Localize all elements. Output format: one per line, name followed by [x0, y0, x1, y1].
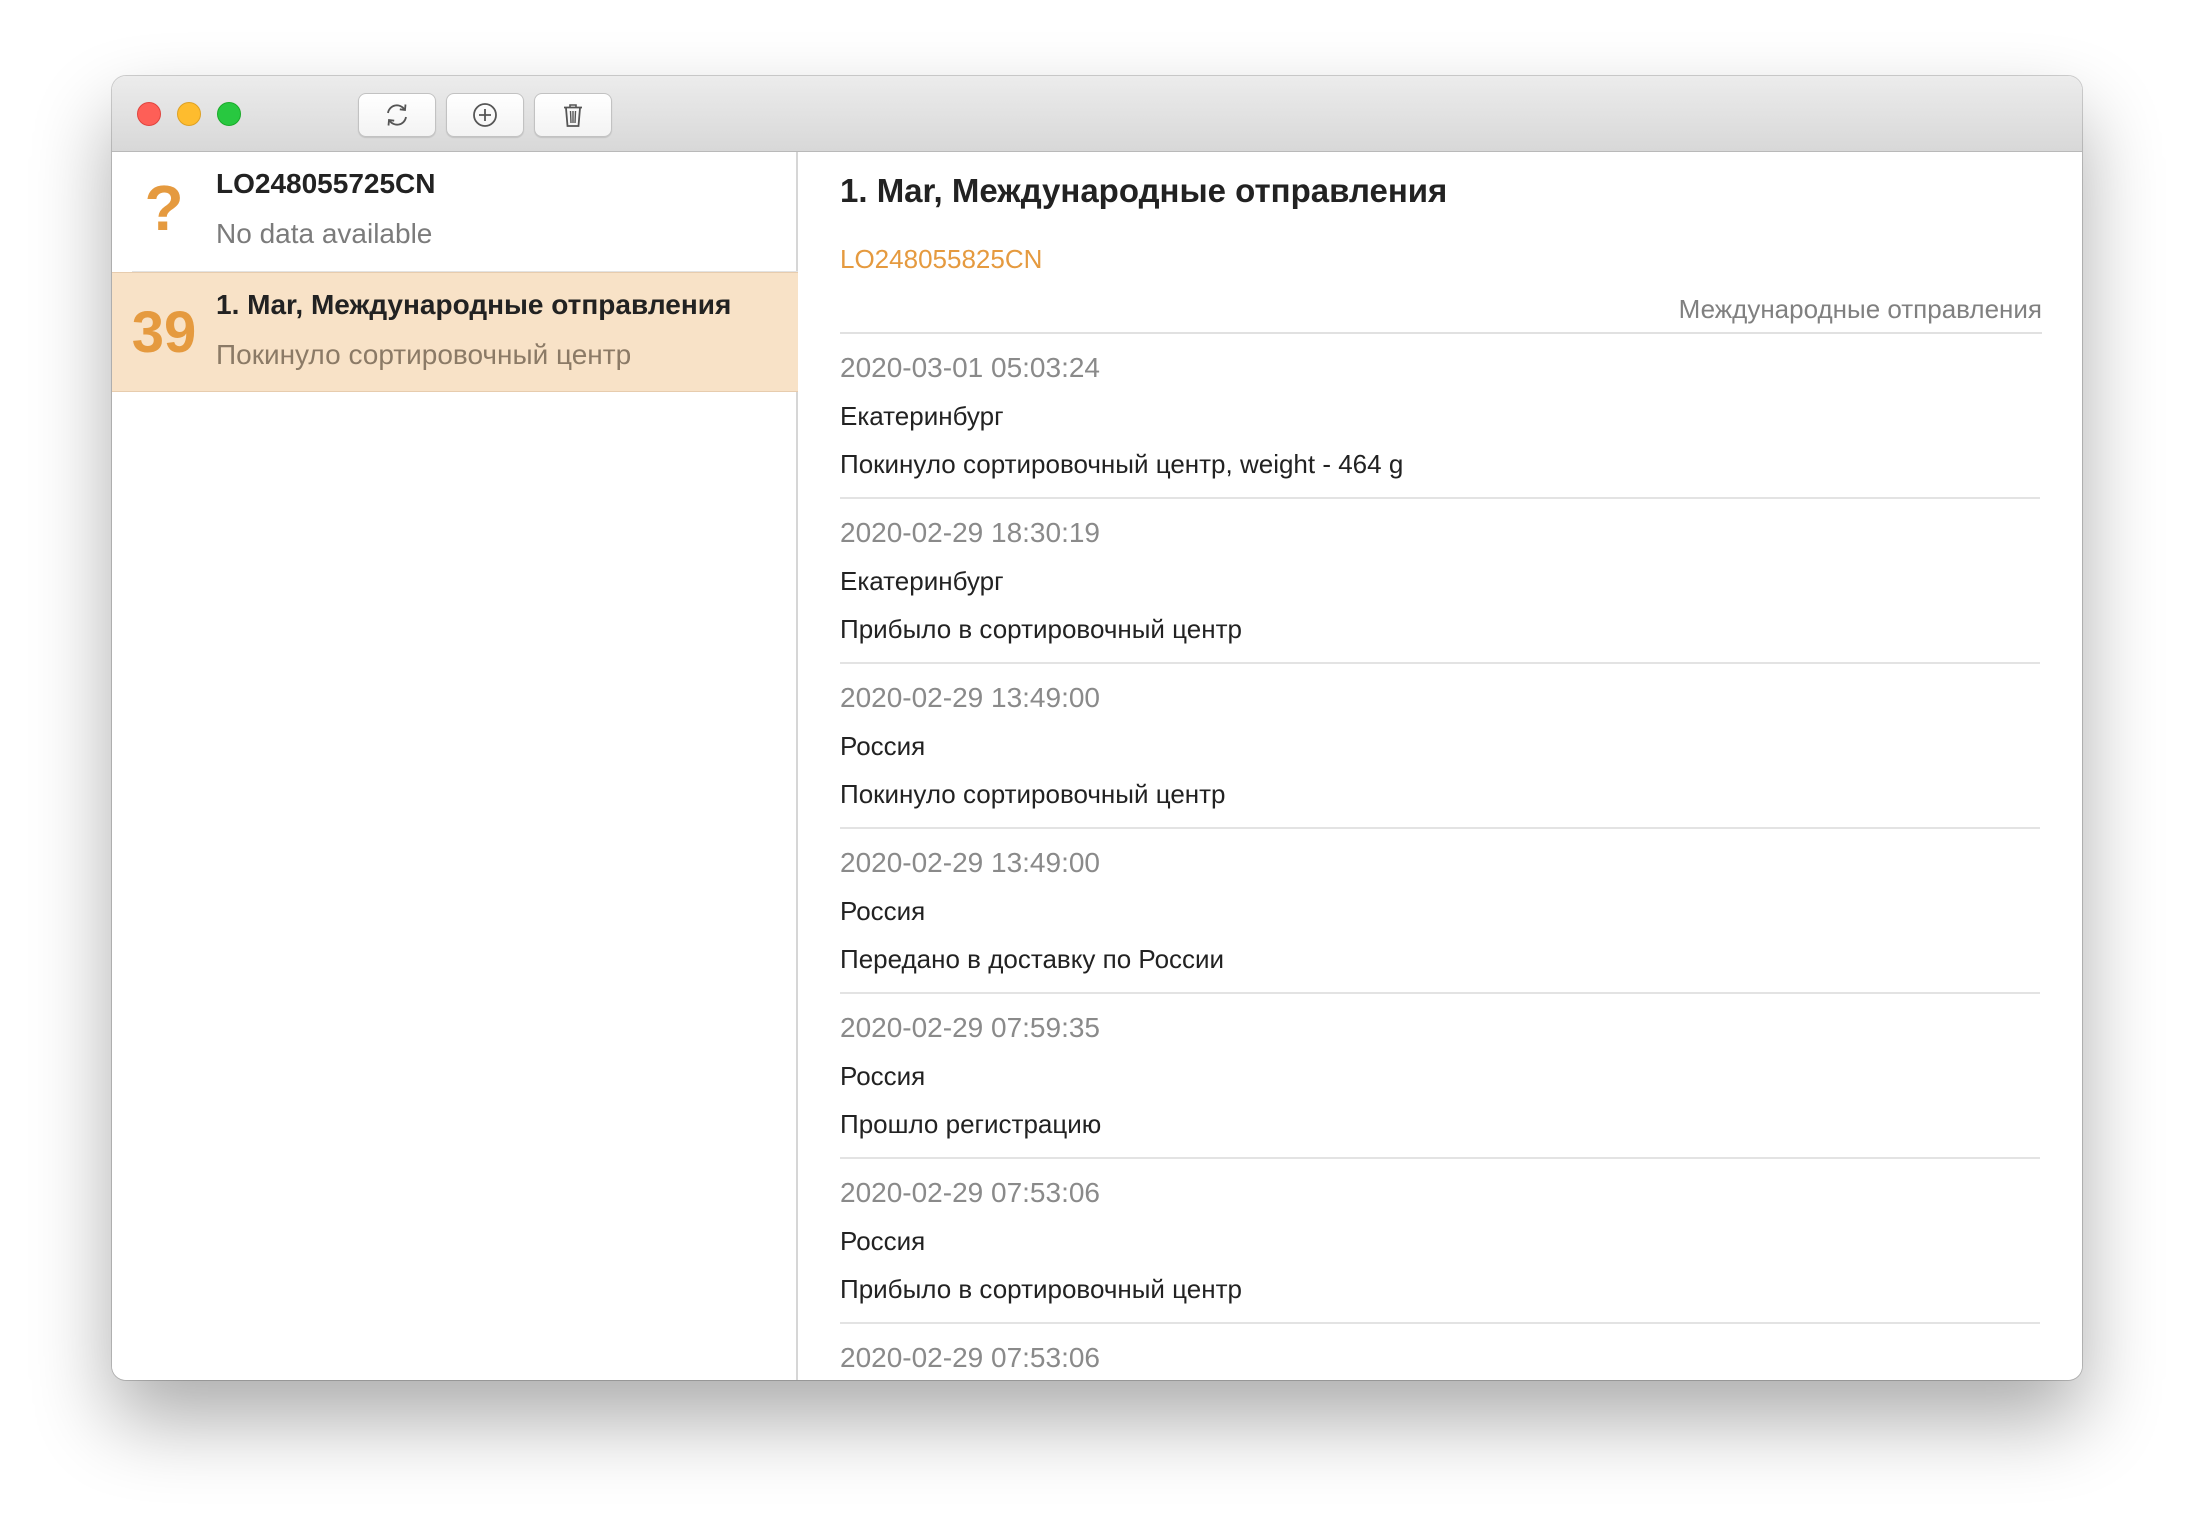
- event-date: 2020-02-29 18:30:19: [840, 517, 1100, 548]
- event-row: 2020-02-29 13:49:00 Россия Передано в до…: [840, 829, 2040, 994]
- minimize-window-button[interactable]: [177, 102, 201, 126]
- sidebar-item-no-data[interactable]: ? LO248055725CN No data available: [112, 152, 798, 272]
- detail-pane: 1. Mar, Международные отправления LO2480…: [798, 152, 2082, 1380]
- event-row: 2020-03-01 05:03:24 Екатеринбург Покинул…: [840, 334, 2040, 499]
- event-place: Россия: [840, 896, 926, 926]
- close-window-button[interactable]: [137, 102, 161, 126]
- event-row: 2020-02-29 07:59:35 Россия Прошло регист…: [840, 994, 2040, 1159]
- event-row: 2020-02-29 18:30:19 Екатеринбург Прибыло…: [840, 499, 2040, 664]
- event-place: Россия: [840, 1061, 926, 1091]
- sidebar: ? LO248055725CN No data available 39 1. …: [112, 152, 798, 1380]
- sidebar-item-subtitle: Покинуло сортировочный центр: [216, 339, 632, 370]
- event-row: 2020-02-29 07:53:06 Россия Прибыло в сор…: [840, 1159, 2040, 1324]
- event-status: Прибыло в сортировочный центр: [840, 614, 1242, 644]
- event-place: Россия: [840, 1226, 926, 1256]
- delete-button[interactable]: [534, 93, 612, 137]
- trash-icon: [564, 104, 582, 127]
- event-status: Покинуло сортировочный центр, weight - 4…: [840, 449, 1404, 479]
- tracking-number: LO248055825CN: [840, 244, 1043, 274]
- event-status: Передано в доставку по России: [840, 944, 1225, 974]
- event-status: Прошло регистрацию: [840, 1109, 1102, 1139]
- event-date: 2020-03-01 05:03:24: [840, 352, 1100, 383]
- add-button[interactable]: [446, 93, 524, 137]
- refresh-button[interactable]: [358, 93, 436, 137]
- days-count-badge: 39: [131, 300, 197, 365]
- zoom-window-button[interactable]: [217, 102, 241, 126]
- sidebar-item-selected[interactable]: 39 1. Mar, Международные отправления Пок…: [112, 272, 798, 392]
- event-date: 2020-02-29 07:59:35: [840, 1012, 1100, 1043]
- sidebar-item-title: 1. Mar, Международные отправления: [216, 289, 732, 320]
- titlebar: [112, 76, 2082, 152]
- event-list: 2020-03-01 05:03:24 Екатеринбург Покинул…: [840, 334, 2040, 1380]
- event-place: Россия: [840, 731, 926, 761]
- event-date: 2020-02-29 13:49:00: [840, 847, 1100, 878]
- sidebar-item-title: LO248055725CN: [216, 168, 436, 199]
- sidebar-item-subtitle: No data available: [216, 218, 433, 249]
- event-row: 2020-02-29 13:49:00 Россия Покинуло сорт…: [840, 664, 2040, 829]
- event-status: Прибыло в сортировочный центр: [840, 1274, 1242, 1304]
- event-place: Екатеринбург: [840, 401, 1004, 431]
- plus-circle-icon: [473, 103, 497, 127]
- event-date: 2020-02-29 07:53:06: [840, 1342, 1100, 1373]
- shipment-type: Международные отправления: [1678, 294, 2042, 324]
- event-row: 2020-02-29 07:53:06: [840, 1324, 2040, 1380]
- app-window: ? LO248055725CN No data available 39 1. …: [112, 76, 2082, 1380]
- event-date: 2020-02-29 13:49:00: [840, 682, 1100, 713]
- unknown-status-badge: ?: [144, 172, 184, 244]
- event-status: Покинуло сортировочный центр: [840, 779, 1226, 809]
- event-date: 2020-02-29 07:53:06: [840, 1177, 1100, 1208]
- refresh-icon: [387, 104, 407, 126]
- detail-title: 1. Mar, Международные отправления: [840, 172, 1448, 209]
- event-place: Екатеринбург: [840, 566, 1004, 596]
